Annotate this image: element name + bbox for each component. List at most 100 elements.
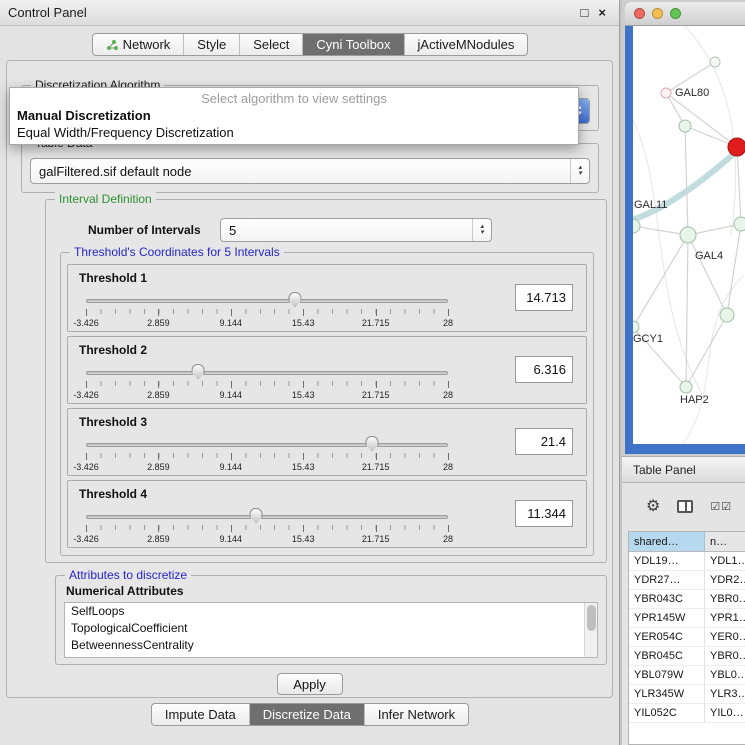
attributes-group-label: Attributes to discretize xyxy=(65,568,191,582)
select-columns-icon[interactable]: ☑☑ xyxy=(710,500,732,513)
threshold-2-value-field[interactable]: 6.316 xyxy=(515,356,573,383)
tab-infer-network[interactable]: Infer Network xyxy=(365,704,468,725)
threshold-panels: Threshold 1 -3.4262.8599.14415.4321.7152… xyxy=(61,264,593,552)
table-row[interactable]: YDL19… YDL1… xyxy=(629,552,745,571)
table-row[interactable]: YIL052C YIL0… xyxy=(629,704,745,723)
attributes-to-discretize-group: Attributes to discretize Numerical Attri… xyxy=(55,575,607,665)
tab-style[interactable]: Style xyxy=(184,34,240,55)
threshold-3-value-field[interactable]: 21.4 xyxy=(515,428,573,455)
close-traffic-light[interactable] xyxy=(634,8,645,19)
numerical-attributes-list: SelfLoops TopologicalCoefficient Between… xyxy=(64,602,598,658)
tab-discretize-data[interactable]: Discretize Data xyxy=(250,704,365,725)
tab-network[interactable]: Network xyxy=(93,34,185,55)
list-scrollbar[interactable] xyxy=(584,603,597,657)
threshold-4-value-field[interactable]: 11.344 xyxy=(515,500,573,527)
column-header-name[interactable]: n… xyxy=(705,532,745,551)
interval-definition-label: Interval Definition xyxy=(55,192,156,206)
combo-stepper-icon: ▴ ▾ xyxy=(570,159,589,183)
numerical-attributes-label: Numerical Attributes xyxy=(66,584,184,598)
threshold-1-value-field[interactable]: 14.713 xyxy=(515,284,573,311)
tab-jactivemnodules-label: jActiveMNodules xyxy=(418,37,515,52)
table-row[interactable]: YDR27… YDR2… xyxy=(629,571,745,590)
node-label-gal11: GAL11 xyxy=(634,199,667,211)
gear-icon[interactable]: ⚙ xyxy=(646,496,660,516)
slider-track xyxy=(86,299,448,303)
tab-cyni-toolbox[interactable]: Cyni Toolbox xyxy=(303,34,404,55)
list-item-topologicalcoefficient[interactable]: TopologicalCoefficient xyxy=(65,620,597,637)
thresholds-group-label: Threshold's Coordinates for 5 Intervals xyxy=(70,245,284,259)
list-item-selfloops[interactable]: SelfLoops xyxy=(65,603,597,620)
selected-network-node[interactable] xyxy=(728,138,745,156)
network-canvas[interactable]: GAL80 GAL11 GAL4 GCY1 HAP2 xyxy=(633,26,745,444)
apply-button[interactable]: Apply xyxy=(277,673,343,695)
network-node[interactable] xyxy=(661,88,671,98)
table-panel-title: Table Panel xyxy=(633,463,696,477)
tab-select[interactable]: Select xyxy=(240,34,303,55)
table-row[interactable]: YBR045C YBR0… xyxy=(629,647,745,666)
network-node[interactable] xyxy=(679,120,691,132)
threshold-2-label: Threshold 2 xyxy=(79,343,147,357)
table-row[interactable]: YPR145W YPR1… xyxy=(629,609,745,628)
float-window-icon[interactable]: □ xyxy=(581,5,589,20)
tab-select-label: Select xyxy=(253,37,289,52)
cyni-toolbox-panel: Discretization Algorithm ▴ ▾ Select algo… xyxy=(6,60,613,698)
slider-scale-labels: -3.4262.8599.14415.4321.71528 xyxy=(86,462,448,473)
close-window-icon[interactable]: × xyxy=(598,5,606,20)
zoom-traffic-light[interactable] xyxy=(670,8,681,19)
network-window-titlebar xyxy=(625,2,745,26)
slider-scale-labels: -3.4262.8599.14415.4321.71528 xyxy=(86,390,448,401)
table-row[interactable]: YER054C YER0… xyxy=(629,628,745,647)
list-item-betweennesscentrality[interactable]: BetweennessCentrality xyxy=(65,637,597,654)
threshold-2-slider[interactable]: -3.4262.8599.14415.4321.71528 xyxy=(86,362,448,402)
columns-icon[interactable] xyxy=(677,500,693,513)
network-node[interactable] xyxy=(680,227,696,243)
network-node[interactable] xyxy=(720,308,734,322)
dropdown-placeholder-item[interactable]: Select algorithm to view settings xyxy=(10,90,578,107)
number-of-intervals-combo[interactable]: 5 ▴ ▾ xyxy=(220,218,492,242)
number-of-intervals-value: 5 xyxy=(221,223,472,238)
column-header-shared-name[interactable]: shared… xyxy=(629,532,705,551)
network-icon xyxy=(106,39,118,51)
table-data-combo[interactable]: galFiltered.sif default node ▴ ▾ xyxy=(30,158,590,184)
table-row[interactable]: YBR043C YBR0… xyxy=(629,590,745,609)
network-node[interactable] xyxy=(710,57,720,67)
node-label-gal80: GAL80 xyxy=(675,87,709,99)
threshold-1-label: Threshold 1 xyxy=(79,271,147,285)
tab-cyni-toolbox-label: Cyni Toolbox xyxy=(316,37,390,52)
algorithm-dropdown-popup: Select algorithm to view settings Manual… xyxy=(9,87,579,145)
network-view-window: GAL80 GAL11 GAL4 GCY1 HAP2 xyxy=(625,2,745,454)
scrollbar-thumb[interactable] xyxy=(587,605,596,631)
threshold-4-slider[interactable]: -3.4262.8599.14415.4321.71528 xyxy=(86,506,448,546)
threshold-1-slider[interactable]: -3.4262.8599.14415.4321.71528 xyxy=(86,290,448,330)
network-node[interactable] xyxy=(680,381,692,393)
tab-impute-data[interactable]: Impute Data xyxy=(152,704,250,725)
minimize-traffic-light[interactable] xyxy=(652,8,663,19)
slider-thumb[interactable] xyxy=(365,436,378,451)
slider-thumb[interactable] xyxy=(192,364,205,379)
dropdown-item-equal-width-frequency[interactable]: Equal Width/Frequency Discretization xyxy=(10,124,578,141)
window-title: Control Panel xyxy=(0,5,87,20)
threshold-3-slider[interactable]: -3.4262.8599.14415.4321.71528 xyxy=(86,434,448,474)
down-arrow-icon: ▾ xyxy=(578,171,582,177)
slider-minor-ticks xyxy=(86,525,448,530)
threshold-1-panel: Threshold 1 -3.4262.8599.14415.4321.7152… xyxy=(67,264,587,332)
network-node[interactable] xyxy=(734,217,745,231)
threshold-2-panel: Threshold 2 -3.4262.8599.14415.4321.7152… xyxy=(67,336,587,404)
top-tab-group: Network Style Select Cyni Toolbox jActiv… xyxy=(92,33,529,56)
threshold-4-panel: Threshold 4 -3.4262.8599.14415.4321.7152… xyxy=(67,480,587,548)
slider-thumb[interactable] xyxy=(250,508,263,523)
table-row[interactable]: YBL079W YBL0… xyxy=(629,666,745,685)
slider-track xyxy=(86,443,448,447)
tab-infer-network-label: Infer Network xyxy=(378,707,455,722)
node-label-hap2: HAP2 xyxy=(680,394,709,406)
network-node[interactable] xyxy=(633,321,639,333)
dropdown-item-manual-discretization[interactable]: Manual Discretization xyxy=(10,107,578,124)
down-arrow-icon: ▾ xyxy=(480,230,484,236)
network-node[interactable] xyxy=(633,219,640,233)
threshold-4-label: Threshold 4 xyxy=(79,487,147,501)
table-row[interactable]: YLR345W YLR3… xyxy=(629,685,745,704)
combo-stepper-icon: ▴ ▾ xyxy=(472,219,491,241)
node-label-gal4: GAL4 xyxy=(695,250,723,262)
slider-thumb[interactable] xyxy=(288,292,301,307)
tab-jactivemnodules[interactable]: jActiveMNodules xyxy=(405,34,528,55)
